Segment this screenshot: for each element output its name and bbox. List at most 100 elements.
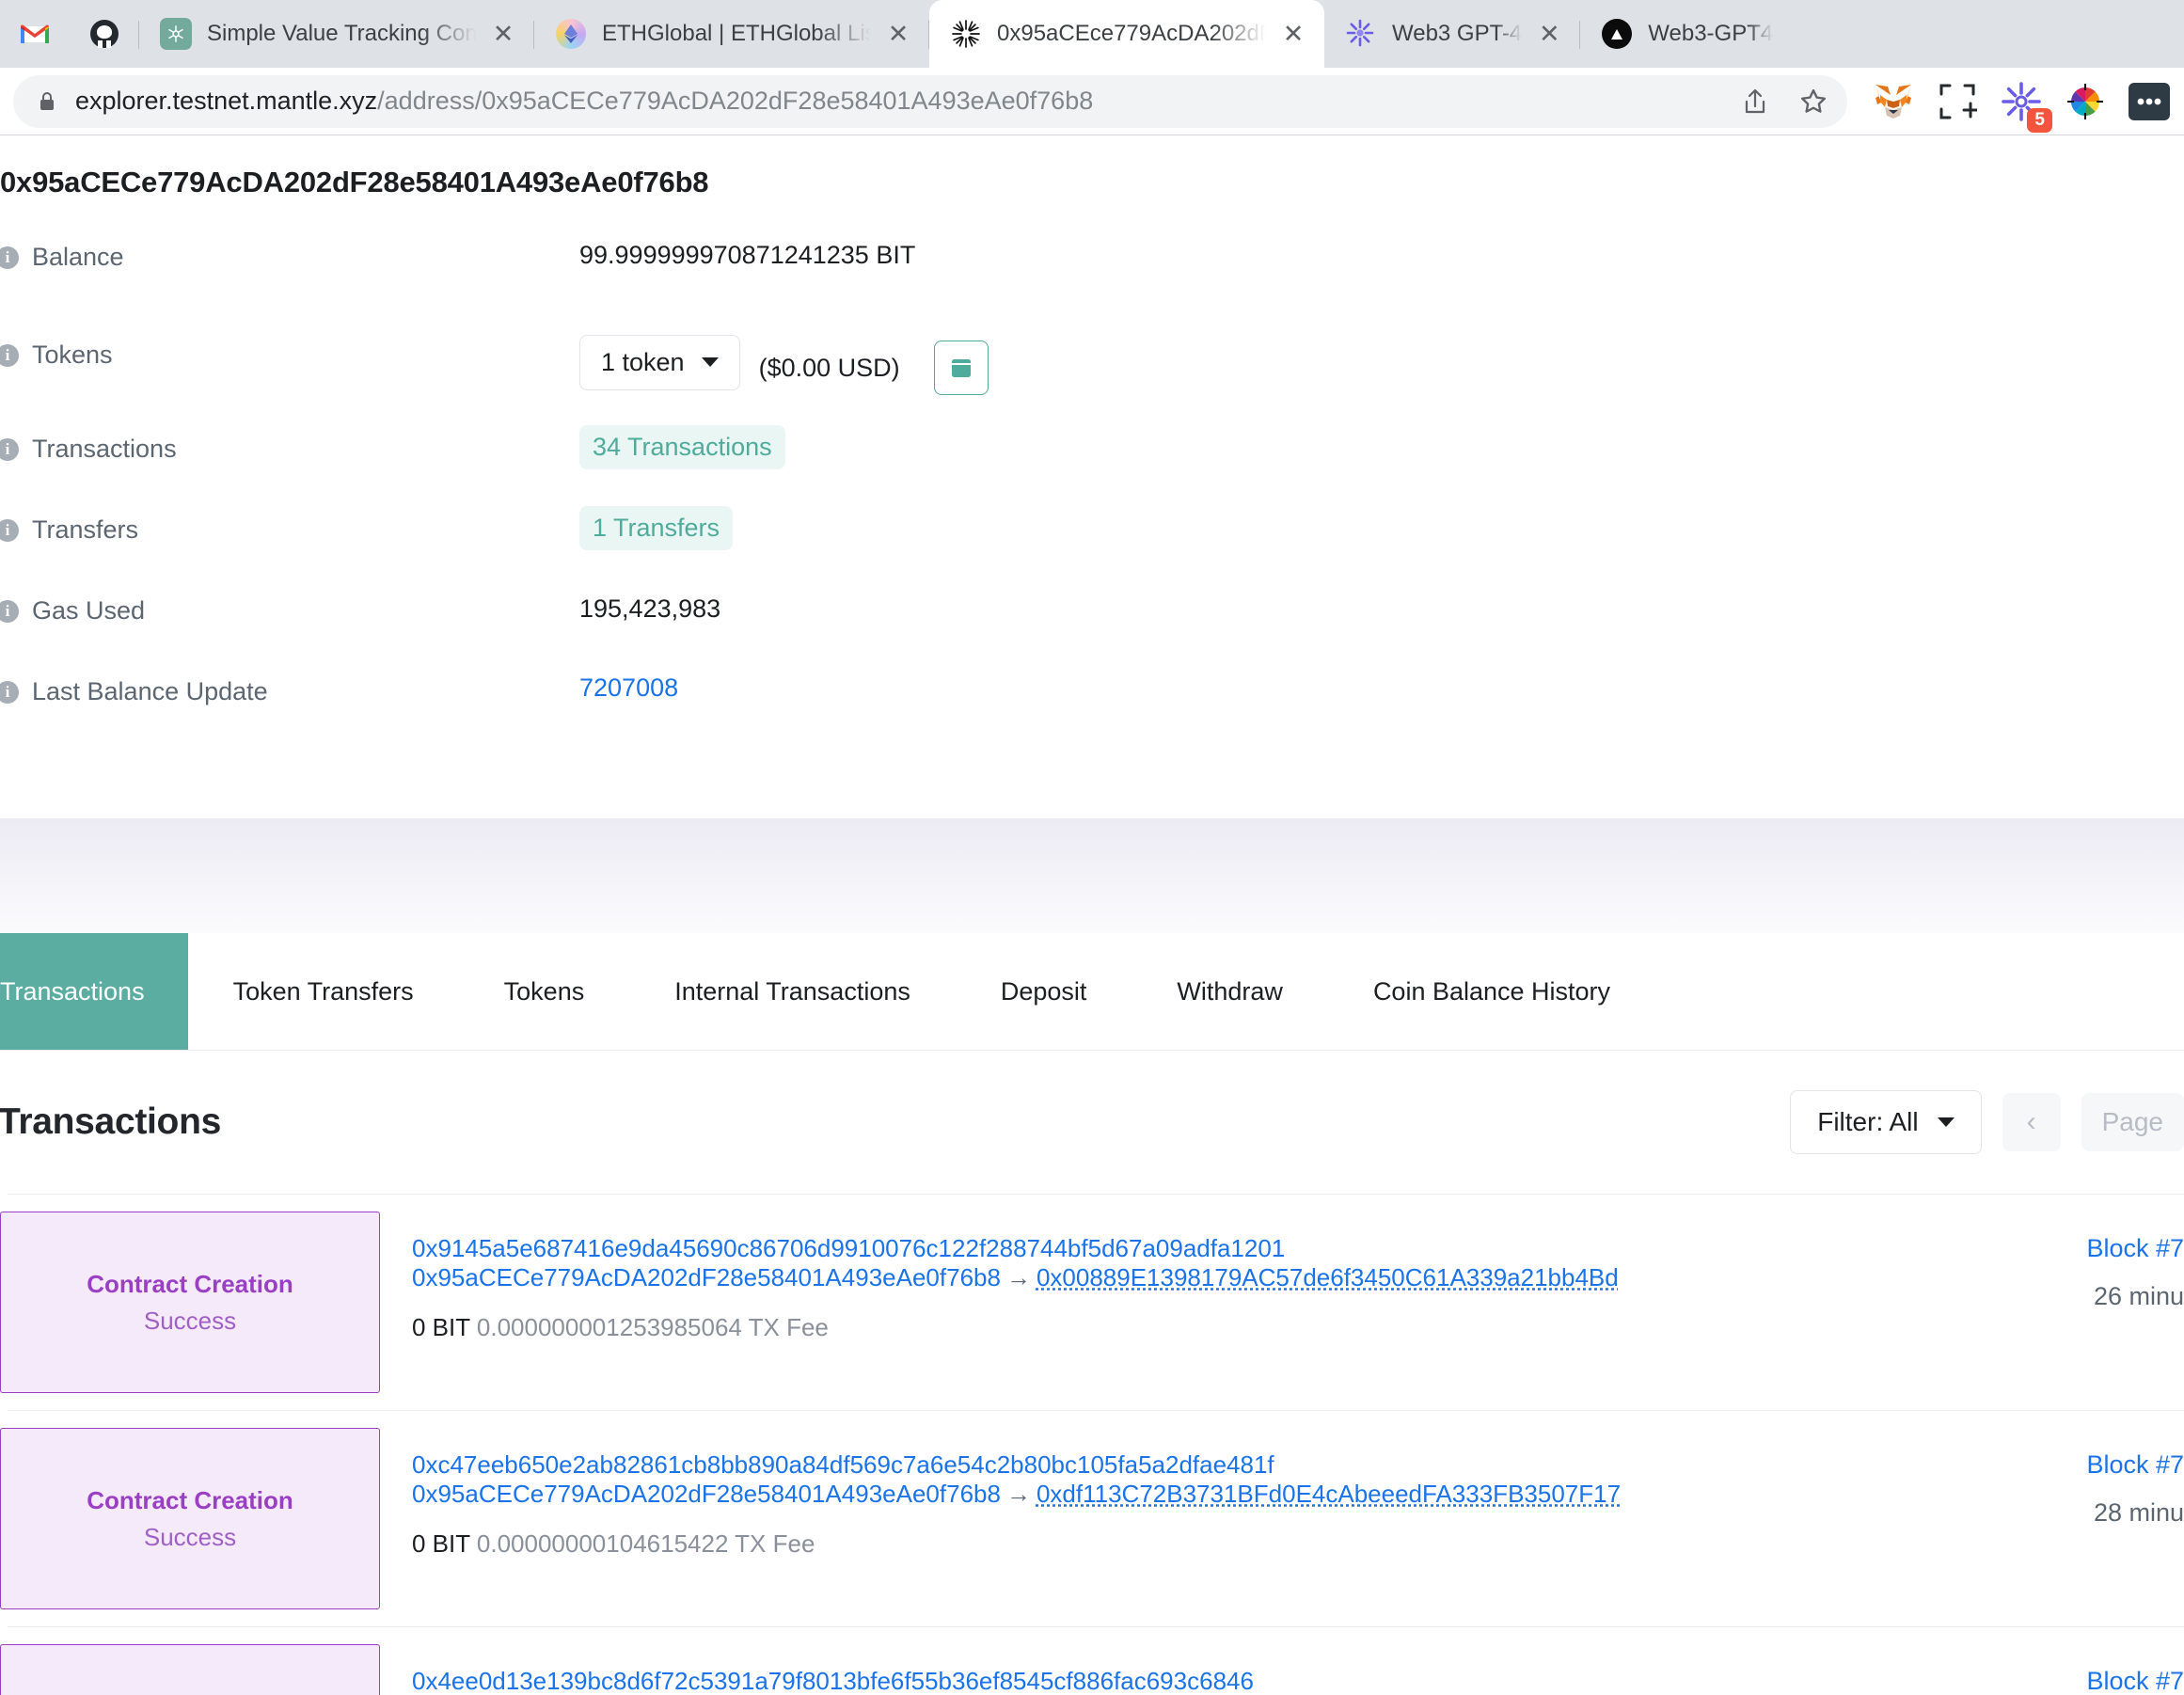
triangle-icon [1601, 18, 1633, 50]
tab-internal-transactions[interactable]: Internal Transactions [629, 933, 956, 1050]
tokens-value-row: 1 token ($0.00 USD) [579, 320, 989, 395]
status-badge: Contract Creation Success [0, 1428, 380, 1609]
tx-block-link[interactable]: Block #7 [2086, 1450, 2184, 1479]
filter-dropdown[interactable]: Filter: All [1790, 1090, 1982, 1154]
page-indicator[interactable]: Page [2081, 1093, 2184, 1151]
browser-tab-2-active[interactable]: 0x95aCEce779AcDA202dF2 ✕ [929, 0, 1324, 68]
url-domain: explorer.testnet.mantle.xyz [75, 87, 378, 115]
balance-value: 99.999999970871241235 BIT [579, 241, 916, 269]
tx-type-label: Contract Creation [87, 1269, 293, 1298]
tx-age: 26 minu [2093, 1282, 2184, 1310]
tx-type-label: Contract Creation [87, 1485, 293, 1514]
tx-fee-text: 0.000000001253985064 TX Fee [476, 1313, 829, 1341]
page-tabs-nav: Transactions Token Transfers Tokens Inte… [0, 933, 2184, 1051]
tab-close-button[interactable]: ✕ [485, 16, 521, 52]
pinned-tab-github[interactable] [70, 0, 139, 68]
browser-tab-1[interactable]: ETHGlobal | ETHGlobal Lisb ✕ [534, 0, 929, 68]
table-row[interactable]: Contract Creation 0x4ee0d13e139bc8d6f72c… [0, 1626, 2184, 1695]
last-balance-update-link[interactable]: 7207008 [579, 673, 678, 702]
tx-side: Block #7 26 minu [1968, 1212, 2184, 1393]
tx-to-link[interactable]: 0xdf113C72B3731BFd0E4cAbeeedFA333FB3507F… [1037, 1480, 1621, 1508]
star-icon[interactable] [1789, 77, 1838, 126]
tab-tokens[interactable]: Tokens [459, 933, 630, 1050]
tx-block-link[interactable]: Block #7 [2086, 1667, 2184, 1695]
url-path: /address/0x95aCECe779AcDA202dF28e58401A4… [377, 87, 1094, 115]
info-label: Transactions [32, 435, 177, 463]
arrow-icon: → [1005, 1480, 1031, 1508]
gas-used-value: 195,423,983 [579, 594, 721, 623]
chevron-down-icon [1937, 1117, 1955, 1127]
tab-coin-balance-history[interactable]: Coin Balance History [1328, 933, 1655, 1050]
wallet-button[interactable] [933, 341, 989, 395]
info-icon[interactable]: i [0, 518, 19, 542]
tx-from-link[interactable]: 0x95aCECe779AcDA202dF28e58401A493eAe0f76… [412, 1480, 1001, 1508]
arrow-icon: → [1005, 1263, 1031, 1291]
mantle-icon [950, 18, 982, 50]
info-icon[interactable]: i [0, 343, 19, 367]
browser-tab-4[interactable]: Web3-GPT4 [1580, 0, 1786, 68]
openai-icon [160, 18, 192, 50]
tab-withdraw[interactable]: Withdraw [1132, 933, 1328, 1050]
tab-close-button[interactable]: ✕ [1531, 16, 1567, 52]
url-text: explorer.testnet.mantle.xyz/address/0x95… [75, 87, 1731, 116]
asterisk-extension-icon[interactable]: 5 [2000, 80, 2052, 133]
info-icon[interactable]: i [0, 599, 19, 623]
address-bar[interactable]: explorer.testnet.mantle.xyz/address/0x95… [13, 74, 1847, 128]
tab-strip: Simple Value Tracking Contr ✕ ETHGlobal … [0, 0, 2184, 68]
tx-hash-link[interactable]: 0xc47eeb650e2ab82861cb8bb890a84df569c7a6… [412, 1450, 1274, 1479]
tab-token-transfers[interactable]: Token Transfers [188, 933, 459, 1050]
tx-status-label: Success [143, 1306, 237, 1335]
browser-tab-0[interactable]: Simple Value Tracking Contr ✕ [139, 0, 534, 68]
info-row-balance: i Balance 99.999999970871241235 BIT [0, 239, 2184, 320]
token-select-dropdown[interactable]: 1 token [579, 334, 740, 390]
screenshot-extension-icon[interactable] [1936, 80, 1979, 123]
tx-fee-line: 0 BIT 0.000000001253985064 TX Fee [412, 1313, 1968, 1342]
info-icon[interactable]: i [0, 246, 19, 269]
info-icon[interactable]: i [0, 437, 19, 461]
info-label: Transfers [32, 515, 139, 544]
info-row-last-balance-update: i Last Balance Update 7207008 [0, 673, 2184, 754]
ethglobal-icon [555, 18, 587, 50]
tx-hash-link[interactable]: 0x9145a5e687416e9da45690c86706d9910076c1… [412, 1234, 1285, 1262]
tx-main: 0x4ee0d13e139bc8d6f72c5391a79f8013bfe6f5… [380, 1644, 1968, 1695]
tx-address-line: 0x95aCECe779AcDA202dF28e58401A493eAe0f76… [412, 1480, 1968, 1509]
tx-fee-line: 0 BIT 0.00000000104615422 TX Fee [412, 1529, 1968, 1559]
tx-address-line: 0x95aCECe779AcDA202dF28e58401A493eAe0f76… [412, 1263, 1968, 1292]
transfers-count-chip[interactable]: 1 Transfers [579, 506, 734, 550]
tab-deposit[interactable]: Deposit [956, 933, 1132, 1050]
share-icon[interactable] [1731, 77, 1780, 126]
info-icon[interactable]: i [0, 680, 19, 704]
tx-age: 28 minu [2093, 1498, 2184, 1527]
last-balance-update-wrap: 7207008 [579, 673, 678, 703]
pinned-tab-gmail[interactable] [0, 0, 70, 68]
info-label: Balance [32, 243, 124, 271]
info-label-cell: i Tokens [0, 320, 579, 370]
table-row[interactable]: Contract Creation Success 0x9145a5e68741… [0, 1194, 2184, 1410]
tab-close-button[interactable]: ✕ [880, 16, 916, 52]
metamask-extension-icon[interactable] [1872, 80, 1915, 123]
status-badge: Contract Creation [0, 1644, 380, 1695]
colorwheel-extension-icon[interactable] [2064, 80, 2107, 123]
omnibox-actions [1731, 77, 1838, 126]
tab-close-button[interactable]: ✕ [1275, 16, 1311, 52]
tx-hash-link[interactable]: 0x4ee0d13e139bc8d6f72c5391a79f8013bfe6f5… [412, 1667, 1254, 1695]
tx-block-link[interactable]: Block #7 [2086, 1234, 2184, 1262]
info-label-cell: i Last Balance Update [0, 673, 579, 706]
prev-page-button[interactable]: ‹ [2002, 1093, 2061, 1151]
tab-title: ETHGlobal | ETHGlobal Lisb [602, 21, 871, 46]
tab-transactions[interactable]: Transactions [0, 933, 188, 1050]
info-label-cell: i Transactions [0, 431, 579, 464]
tx-to-link[interactable]: 0x00889E1398179AC57de6f3450C61A339a21bb4… [1037, 1263, 1619, 1291]
tx-side: Block #7 30 minu [1968, 1644, 2184, 1695]
section-divider-band [0, 818, 2184, 933]
tx-fee-text: 0.00000000104615422 TX Fee [476, 1529, 815, 1558]
info-label: Gas Used [32, 596, 146, 625]
lock-icon [38, 90, 56, 113]
transactions-section-header: Transactions Filter: All ‹ Page [0, 1051, 2184, 1194]
more-extensions-icon[interactable] [2128, 80, 2171, 123]
transactions-count-chip[interactable]: 34 Transactions [579, 425, 785, 469]
tx-from-link[interactable]: 0x95aCECe779AcDA202dF28e58401A493eAe0f76… [412, 1263, 1001, 1291]
tx-status-label: Success [143, 1522, 237, 1551]
browser-tab-3[interactable]: Web3 GPT-4 ✕ [1324, 0, 1581, 68]
table-row[interactable]: Contract Creation Success 0xc47eeb650e2a… [0, 1410, 2184, 1626]
